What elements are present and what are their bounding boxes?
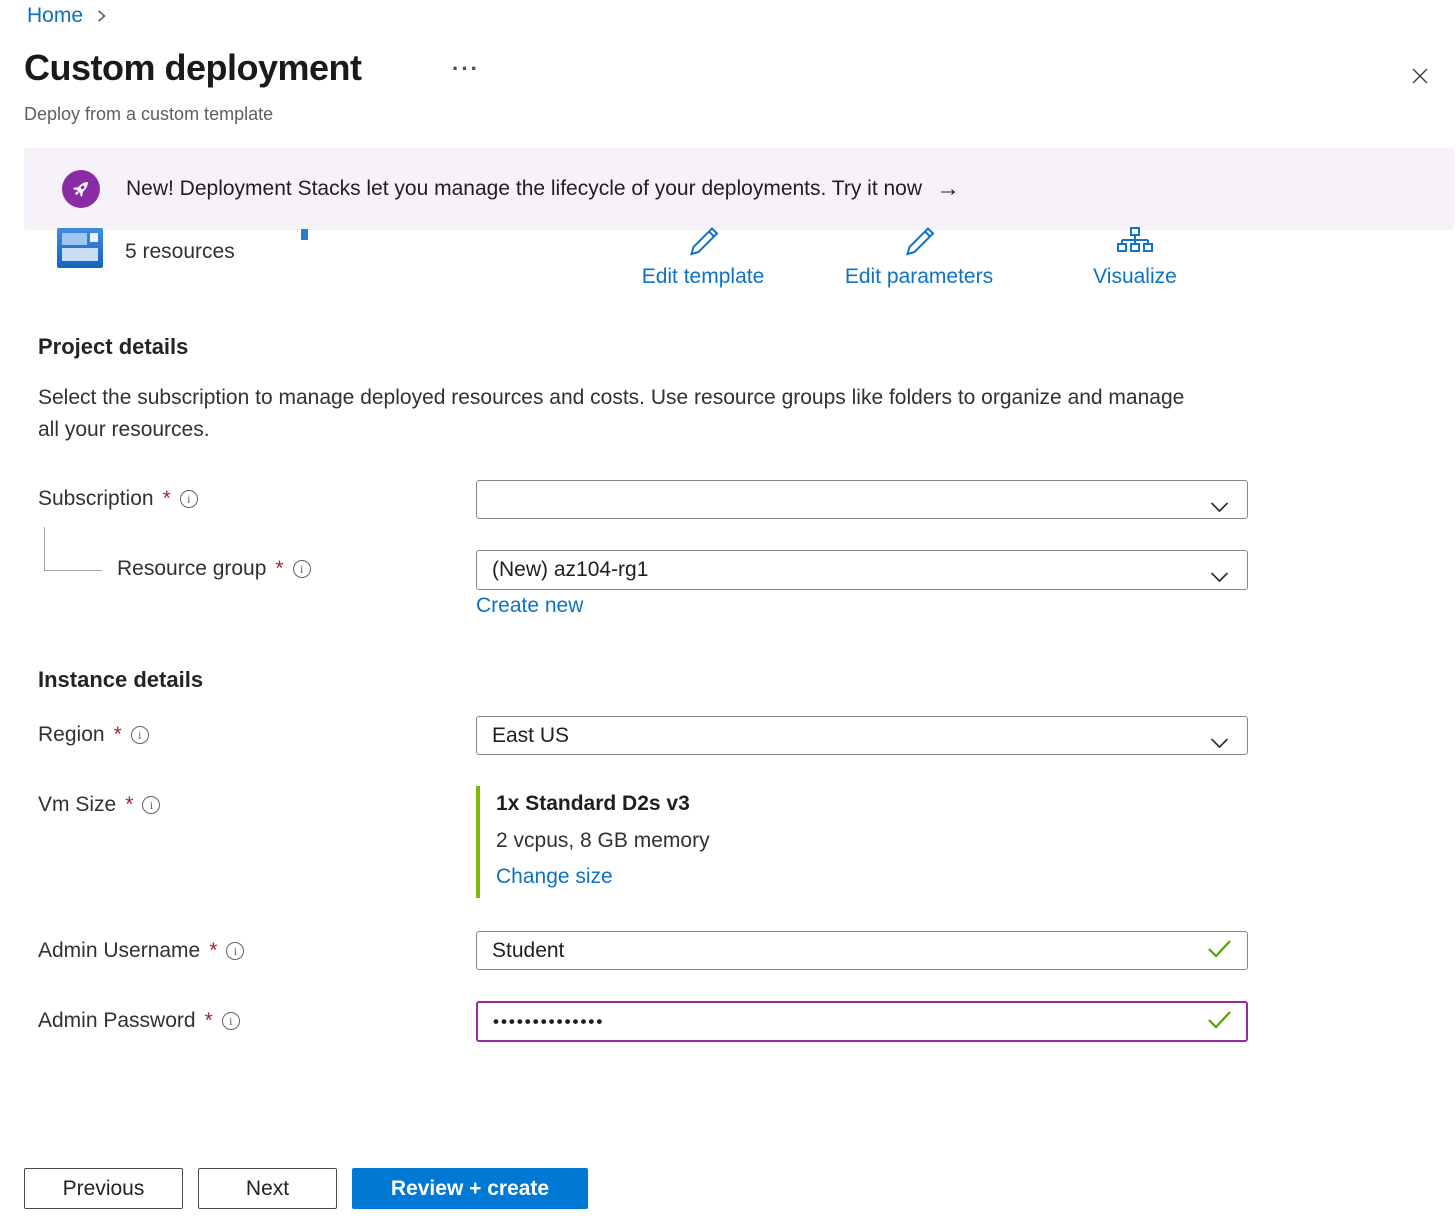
- breadcrumb: Home: [27, 4, 108, 28]
- resources-count-label: 5 resources: [125, 240, 235, 264]
- edit-parameters-button[interactable]: Edit parameters: [831, 226, 1007, 289]
- hierarchy-connector-vertical: [44, 527, 45, 571]
- required-asterisk: *: [163, 487, 171, 511]
- required-asterisk: *: [114, 723, 122, 747]
- checkmark-icon: [1207, 939, 1232, 963]
- visualize-label: Visualize: [1093, 265, 1177, 289]
- resource-group-label: Resource group * i: [117, 557, 311, 581]
- resource-group-label-text: Resource group: [117, 557, 266, 581]
- info-icon[interactable]: i: [222, 1012, 240, 1030]
- admin-password-label-text: Admin Password: [38, 1009, 196, 1033]
- subscription-label: Subscription * i: [38, 487, 198, 511]
- chevron-down-icon: [1210, 495, 1229, 519]
- required-asterisk: *: [275, 557, 283, 581]
- admin-username-input[interactable]: [476, 931, 1248, 970]
- org-chart-icon: [1117, 226, 1153, 263]
- next-button[interactable]: Next: [198, 1168, 337, 1209]
- edit-template-button[interactable]: Edit template: [615, 226, 791, 289]
- instance-details-heading: Instance details: [38, 667, 203, 693]
- info-icon[interactable]: i: [293, 560, 311, 578]
- checkmark-icon: [1207, 1010, 1232, 1034]
- previous-button[interactable]: Previous: [24, 1168, 183, 1209]
- project-details-heading: Project details: [38, 334, 188, 360]
- subscription-label-text: Subscription: [38, 487, 154, 511]
- required-asterisk: *: [125, 793, 133, 817]
- vm-size-title: 1x Standard D2s v3: [496, 792, 690, 816]
- chevron-down-icon: [1210, 731, 1229, 755]
- region-label-text: Region: [38, 723, 105, 747]
- info-icon[interactable]: i: [226, 942, 244, 960]
- hierarchy-connector-horizontal: [44, 570, 102, 571]
- admin-password-field-wrap: [476, 1001, 1248, 1042]
- edit-parameters-label: Edit parameters: [845, 265, 993, 289]
- required-asterisk: *: [209, 939, 217, 963]
- vm-size-selection: 1x Standard D2s v3 2 vcpus, 8 GB memory …: [476, 786, 1036, 898]
- admin-password-label: Admin Password * i: [38, 1009, 240, 1033]
- resource-group-dropdown[interactable]: (New) az104-rg1: [476, 550, 1248, 590]
- subscription-dropdown[interactable]: [476, 480, 1248, 519]
- rocket-icon: [62, 170, 100, 208]
- visualize-button[interactable]: Visualize: [1047, 226, 1223, 289]
- info-icon[interactable]: i: [180, 490, 198, 508]
- arrow-right-icon: →: [936, 177, 960, 201]
- info-icon[interactable]: i: [142, 796, 160, 814]
- banner-message: New! Deployment Stacks let you manage th…: [126, 177, 922, 201]
- admin-password-input[interactable]: [476, 1001, 1248, 1042]
- info-icon[interactable]: i: [131, 726, 149, 744]
- admin-username-label-text: Admin Username: [38, 939, 200, 963]
- deployment-stacks-banner[interactable]: New! Deployment Stacks let you manage th…: [24, 148, 1454, 230]
- chevron-right-icon: [95, 9, 108, 23]
- resource-group-value: (New) az104-rg1: [492, 558, 648, 582]
- create-new-link[interactable]: Create new: [476, 594, 583, 618]
- region-value: East US: [492, 724, 569, 748]
- page-title: Custom deployment: [24, 47, 362, 89]
- required-asterisk: *: [205, 1009, 213, 1033]
- vm-size-label: Vm Size * i: [38, 793, 160, 817]
- admin-username-label: Admin Username * i: [38, 939, 244, 963]
- pencil-icon: [902, 226, 936, 263]
- chevron-down-icon: [1210, 565, 1229, 589]
- close-icon[interactable]: [1404, 60, 1436, 92]
- cutoff-ui-fragment: [301, 229, 308, 240]
- admin-username-field-wrap: [476, 931, 1248, 970]
- region-label: Region * i: [38, 723, 149, 747]
- page-subtitle: Deploy from a custom template: [24, 104, 273, 125]
- vm-size-label-text: Vm Size: [38, 793, 116, 817]
- pencil-icon: [686, 226, 720, 263]
- template-resources-icon: [57, 228, 103, 268]
- review-create-button[interactable]: Review + create: [352, 1168, 588, 1209]
- breadcrumb-home-link[interactable]: Home: [27, 4, 83, 28]
- edit-template-label: Edit template: [642, 265, 765, 289]
- region-dropdown[interactable]: East US: [476, 716, 1248, 755]
- vm-size-specs: 2 vcpus, 8 GB memory: [496, 829, 710, 853]
- change-size-link[interactable]: Change size: [496, 865, 613, 889]
- project-details-description: Select the subscription to manage deploy…: [38, 382, 1188, 446]
- more-options-ellipsis[interactable]: ···: [452, 56, 480, 82]
